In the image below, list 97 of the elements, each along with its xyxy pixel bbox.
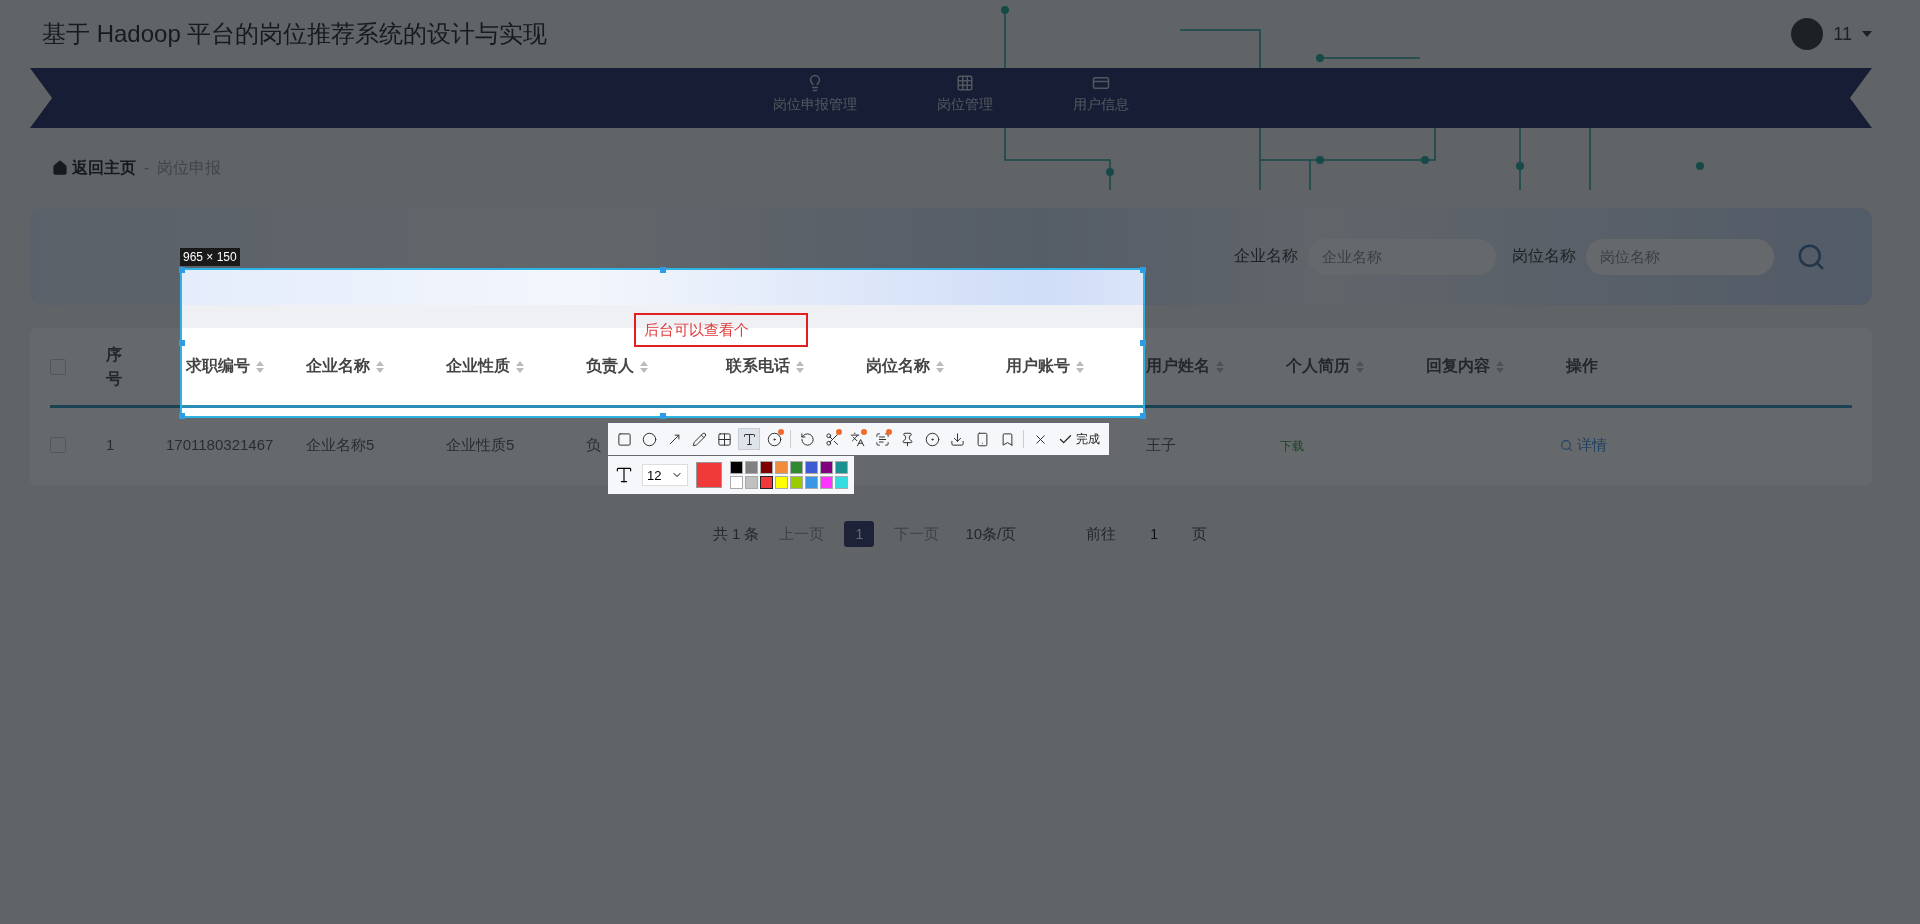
color-swatch[interactable]: [835, 461, 849, 474]
column-header[interactable]: 联系电话: [726, 356, 804, 377]
color-swatch[interactable]: [745, 461, 759, 474]
color-swatch[interactable]: [820, 461, 834, 474]
sort-icon[interactable]: [376, 360, 384, 373]
color-swatch[interactable]: [790, 476, 804, 489]
undo-icon: [799, 431, 815, 447]
resize-handle[interactable]: [659, 267, 666, 273]
resize-handle[interactable]: [179, 267, 185, 273]
sort-icon[interactable]: [516, 360, 524, 373]
sort-icon[interactable]: [936, 360, 944, 373]
color-swatch[interactable]: [805, 461, 819, 474]
resize-handle[interactable]: [179, 340, 185, 346]
sort-icon[interactable]: [256, 360, 264, 373]
current-color-swatch[interactable]: [696, 462, 723, 488]
color-swatch[interactable]: [835, 476, 849, 489]
home-icon: [52, 160, 68, 176]
table-cell-text: 1701180321467: [166, 434, 274, 455]
column-header[interactable]: 负责人: [586, 356, 648, 377]
color-swatch[interactable]: [805, 476, 819, 489]
home-link[interactable]: 返回主页: [52, 157, 136, 179]
pin-icon: [899, 431, 915, 447]
text-annotation[interactable]: 后台可以查看个: [634, 313, 808, 347]
smartphone-icon: [974, 431, 990, 447]
goto-suffix: 页: [1192, 524, 1208, 544]
dot-circle-icon: [766, 431, 782, 447]
color-swatch[interactable]: [775, 476, 789, 489]
scissors-icon: [824, 431, 840, 447]
resize-handle[interactable]: [1140, 267, 1146, 273]
new-badge: [778, 429, 784, 435]
color-swatch[interactable]: [820, 476, 834, 489]
column-header[interactable]: 个人简历: [1286, 356, 1364, 377]
table-cell-text: 企业性质5: [446, 434, 515, 455]
color-swatch[interactable]: [775, 461, 789, 474]
table-cell-text: 企业名称5: [306, 434, 375, 455]
total-count: 共 1 条: [712, 524, 760, 544]
search-icon: [1560, 438, 1573, 452]
card-icon: [1092, 74, 1110, 92]
font-size-select[interactable]: 12: [642, 464, 689, 486]
column-header[interactable]: 序号: [106, 342, 122, 391]
sort-icon[interactable]: [1356, 360, 1364, 373]
breadcrumb-separator: -: [144, 159, 150, 177]
page-size-select[interactable]: 10条/页: [959, 523, 1023, 545]
caret-icon[interactable]: [1862, 31, 1872, 37]
sort-icon[interactable]: [1216, 360, 1224, 373]
download-link[interactable]: 下载: [1280, 438, 1304, 453]
color-swatch[interactable]: [745, 476, 759, 489]
resize-handle[interactable]: [659, 413, 666, 419]
color-swatch[interactable]: [760, 461, 774, 474]
color-swatch[interactable]: [730, 461, 744, 474]
new-badge: [886, 429, 892, 435]
resize-handle[interactable]: [179, 413, 185, 419]
column-header[interactable]: 企业性质: [446, 356, 524, 377]
detail-link[interactable]: 详情: [1560, 435, 1852, 455]
grid-icon: [956, 74, 974, 92]
selection-size-label: 965 × 150: [180, 248, 240, 266]
color-swatch[interactable]: [730, 476, 744, 489]
tool-button[interactable]: [738, 428, 760, 450]
download-icon: [949, 431, 965, 447]
pencil-icon: [691, 431, 707, 447]
table-cell-text: 负: [586, 434, 601, 455]
sort-icon[interactable]: [796, 360, 804, 373]
font-icon: [614, 465, 634, 485]
record-icon: [924, 431, 940, 447]
scan-text-icon: [874, 431, 890, 447]
square-icon: [616, 431, 632, 447]
column-header[interactable]: 操作: [1566, 356, 1598, 377]
translate-icon: [849, 431, 865, 447]
new-badge: [836, 429, 842, 435]
grid-icon: [716, 431, 732, 447]
color-swatch[interactable]: [760, 476, 774, 489]
column-header[interactable]: 岗位名称: [866, 356, 944, 377]
new-badge: [861, 429, 867, 435]
page-number[interactable]: 1: [844, 521, 875, 547]
field-label: 岗位名称: [1512, 246, 1576, 266]
done-button[interactable]: 完成: [1054, 430, 1104, 448]
table-cell-text: 王子: [1146, 434, 1176, 455]
color-swatch[interactable]: [790, 461, 804, 474]
sort-icon[interactable]: [1076, 360, 1084, 373]
resize-handle[interactable]: [1140, 413, 1146, 419]
column-header[interactable]: 企业名称: [306, 356, 384, 377]
column-header[interactable]: 回复内容: [1426, 356, 1504, 377]
sort-icon[interactable]: [640, 360, 648, 373]
circle-icon: [641, 431, 657, 447]
field-label: 企业名称: [1234, 246, 1298, 266]
sort-icon[interactable]: [1496, 360, 1504, 373]
text-icon: [741, 431, 757, 447]
bookmark-icon: [999, 431, 1015, 447]
column-header[interactable]: 用户账号: [1006, 356, 1084, 377]
table-cell-text: 1: [106, 434, 115, 455]
user-name[interactable]: 11: [1833, 23, 1852, 45]
app-title: 基于 Hadoop 平台的岗位推荐系统的设计与实现: [42, 19, 548, 49]
column-header[interactable]: 用户姓名: [1146, 356, 1224, 377]
goto-label: 前往: [1086, 524, 1117, 544]
user-avatar[interactable]: [1791, 18, 1824, 50]
column-header[interactable]: 求职编号: [186, 356, 264, 377]
resize-handle[interactable]: [1140, 340, 1146, 346]
